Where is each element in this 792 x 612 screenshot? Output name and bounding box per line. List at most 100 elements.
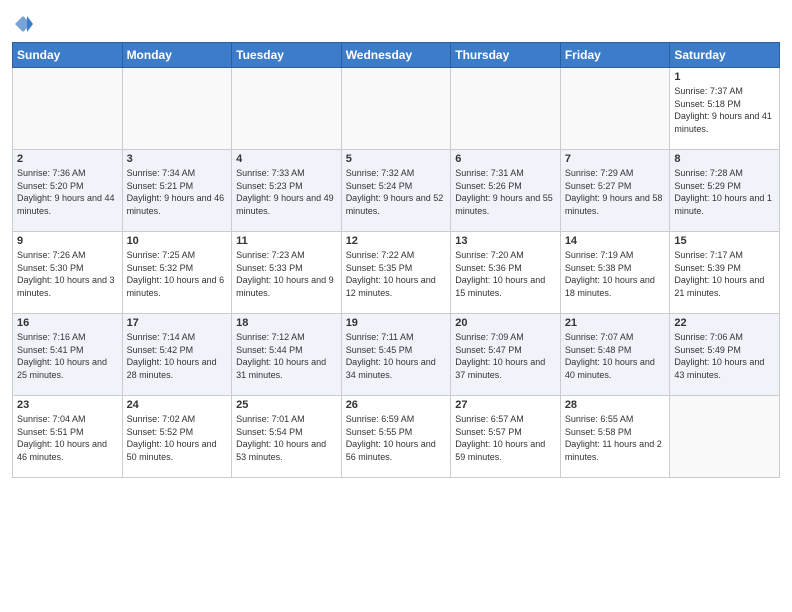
day-info: Sunrise: 7:23 AM Sunset: 5:33 PM Dayligh…	[236, 249, 337, 299]
weekday-header-saturday: Saturday	[670, 43, 780, 68]
calendar-cell	[232, 68, 342, 150]
calendar-cell: 11 Sunrise: 7:23 AM Sunset: 5:33 PM Dayli…	[232, 232, 342, 314]
logo-icon	[13, 14, 33, 34]
day-number: 12	[346, 235, 447, 247]
day-info: Sunrise: 7:34 AM Sunset: 5:21 PM Dayligh…	[127, 167, 228, 217]
day-info: Sunrise: 6:59 AM Sunset: 5:55 PM Dayligh…	[346, 413, 447, 463]
calendar-cell	[670, 396, 780, 478]
calendar-cell: 21 Sunrise: 7:07 AM Sunset: 5:48 PM Dayli…	[560, 314, 670, 396]
day-info: Sunrise: 7:02 AM Sunset: 5:52 PM Dayligh…	[127, 413, 228, 463]
day-number: 23	[17, 399, 118, 411]
calendar-cell: 8 Sunrise: 7:28 AM Sunset: 5:29 PM Daylig…	[670, 150, 780, 232]
day-number: 18	[236, 317, 337, 329]
day-info: Sunrise: 7:01 AM Sunset: 5:54 PM Dayligh…	[236, 413, 337, 463]
weekday-header-friday: Friday	[560, 43, 670, 68]
day-number: 28	[565, 399, 666, 411]
day-info: Sunrise: 7:26 AM Sunset: 5:30 PM Dayligh…	[17, 249, 118, 299]
day-info: Sunrise: 7:11 AM Sunset: 5:45 PM Dayligh…	[346, 331, 447, 381]
day-info: Sunrise: 7:28 AM Sunset: 5:29 PM Dayligh…	[674, 167, 775, 217]
calendar-week-4: 16 Sunrise: 7:16 AM Sunset: 5:41 PM Dayli…	[13, 314, 780, 396]
day-info: Sunrise: 7:36 AM Sunset: 5:20 PM Dayligh…	[17, 167, 118, 217]
calendar-cell: 6 Sunrise: 7:31 AM Sunset: 5:26 PM Daylig…	[451, 150, 561, 232]
day-info: Sunrise: 7:37 AM Sunset: 5:18 PM Dayligh…	[674, 85, 775, 135]
calendar-cell	[122, 68, 232, 150]
day-info: Sunrise: 7:12 AM Sunset: 5:44 PM Dayligh…	[236, 331, 337, 381]
calendar-cell	[560, 68, 670, 150]
day-number: 6	[455, 153, 556, 165]
calendar-week-5: 23 Sunrise: 7:04 AM Sunset: 5:51 PM Dayli…	[13, 396, 780, 478]
calendar-cell: 13 Sunrise: 7:20 AM Sunset: 5:36 PM Dayli…	[451, 232, 561, 314]
day-info: Sunrise: 7:06 AM Sunset: 5:49 PM Dayligh…	[674, 331, 775, 381]
day-number: 14	[565, 235, 666, 247]
day-info: Sunrise: 6:55 AM Sunset: 5:58 PM Dayligh…	[565, 413, 666, 463]
calendar-cell: 27 Sunrise: 6:57 AM Sunset: 5:57 PM Dayli…	[451, 396, 561, 478]
calendar-cell: 1 Sunrise: 7:37 AM Sunset: 5:18 PM Daylig…	[670, 68, 780, 150]
day-number: 11	[236, 235, 337, 247]
calendar-week-1: 1 Sunrise: 7:37 AM Sunset: 5:18 PM Daylig…	[13, 68, 780, 150]
day-info: Sunrise: 7:04 AM Sunset: 5:51 PM Dayligh…	[17, 413, 118, 463]
calendar-cell: 15 Sunrise: 7:17 AM Sunset: 5:39 PM Dayli…	[670, 232, 780, 314]
day-number: 2	[17, 153, 118, 165]
calendar-cell: 23 Sunrise: 7:04 AM Sunset: 5:51 PM Dayli…	[13, 396, 123, 478]
weekday-header-monday: Monday	[122, 43, 232, 68]
calendar-cell: 22 Sunrise: 7:06 AM Sunset: 5:49 PM Dayli…	[670, 314, 780, 396]
day-info: Sunrise: 7:19 AM Sunset: 5:38 PM Dayligh…	[565, 249, 666, 299]
day-number: 24	[127, 399, 228, 411]
day-number: 25	[236, 399, 337, 411]
day-number: 21	[565, 317, 666, 329]
calendar-cell: 7 Sunrise: 7:29 AM Sunset: 5:27 PM Daylig…	[560, 150, 670, 232]
calendar-cell: 3 Sunrise: 7:34 AM Sunset: 5:21 PM Daylig…	[122, 150, 232, 232]
calendar-cell	[13, 68, 123, 150]
day-number: 26	[346, 399, 447, 411]
day-number: 7	[565, 153, 666, 165]
day-number: 22	[674, 317, 775, 329]
calendar-cell	[341, 68, 451, 150]
day-number: 8	[674, 153, 775, 165]
day-number: 16	[17, 317, 118, 329]
calendar-cell: 17 Sunrise: 7:14 AM Sunset: 5:42 PM Dayli…	[122, 314, 232, 396]
day-info: Sunrise: 7:29 AM Sunset: 5:27 PM Dayligh…	[565, 167, 666, 217]
day-info: Sunrise: 6:57 AM Sunset: 5:57 PM Dayligh…	[455, 413, 556, 463]
day-number: 4	[236, 153, 337, 165]
day-number: 5	[346, 153, 447, 165]
calendar-cell: 18 Sunrise: 7:12 AM Sunset: 5:44 PM Dayli…	[232, 314, 342, 396]
day-number: 9	[17, 235, 118, 247]
day-number: 13	[455, 235, 556, 247]
calendar-cell: 9 Sunrise: 7:26 AM Sunset: 5:30 PM Daylig…	[13, 232, 123, 314]
calendar-cell: 24 Sunrise: 7:02 AM Sunset: 5:52 PM Dayli…	[122, 396, 232, 478]
day-number: 1	[674, 71, 775, 83]
calendar-cell: 28 Sunrise: 6:55 AM Sunset: 5:58 PM Dayli…	[560, 396, 670, 478]
calendar-week-2: 2 Sunrise: 7:36 AM Sunset: 5:20 PM Daylig…	[13, 150, 780, 232]
calendar-cell: 25 Sunrise: 7:01 AM Sunset: 5:54 PM Dayli…	[232, 396, 342, 478]
calendar-week-3: 9 Sunrise: 7:26 AM Sunset: 5:30 PM Daylig…	[13, 232, 780, 314]
day-info: Sunrise: 7:07 AM Sunset: 5:48 PM Dayligh…	[565, 331, 666, 381]
day-info: Sunrise: 7:16 AM Sunset: 5:41 PM Dayligh…	[17, 331, 118, 381]
day-number: 15	[674, 235, 775, 247]
calendar-cell: 5 Sunrise: 7:32 AM Sunset: 5:24 PM Daylig…	[341, 150, 451, 232]
calendar-cell: 12 Sunrise: 7:22 AM Sunset: 5:35 PM Dayli…	[341, 232, 451, 314]
day-info: Sunrise: 7:20 AM Sunset: 5:36 PM Dayligh…	[455, 249, 556, 299]
calendar-cell: 2 Sunrise: 7:36 AM Sunset: 5:20 PM Daylig…	[13, 150, 123, 232]
day-number: 19	[346, 317, 447, 329]
calendar-cell: 19 Sunrise: 7:11 AM Sunset: 5:45 PM Dayli…	[341, 314, 451, 396]
weekday-header-thursday: Thursday	[451, 43, 561, 68]
calendar-cell: 20Sunrise: 7:09 AM Sunset: 5:47 PM Dayli…	[451, 314, 561, 396]
day-info: Sunrise: 7:17 AM Sunset: 5:39 PM Dayligh…	[674, 249, 775, 299]
calendar-cell: 14 Sunrise: 7:19 AM Sunset: 5:38 PM Dayli…	[560, 232, 670, 314]
day-info: Sunrise: 7:31 AM Sunset: 5:26 PM Dayligh…	[455, 167, 556, 217]
calendar-header-row: SundayMondayTuesdayWednesdayThursdayFrid…	[13, 43, 780, 68]
day-number: 20	[455, 317, 556, 329]
day-number: 3	[127, 153, 228, 165]
calendar-cell: 4Sunrise: 7:33 AM Sunset: 5:23 PM Daylig…	[232, 150, 342, 232]
day-number: 17	[127, 317, 228, 329]
day-info: Sunrise: 7:14 AM Sunset: 5:42 PM Dayligh…	[127, 331, 228, 381]
calendar-cell	[451, 68, 561, 150]
day-info: Sunrise: 7:32 AM Sunset: 5:24 PM Dayligh…	[346, 167, 447, 217]
header-area	[12, 10, 780, 36]
logo	[12, 14, 33, 36]
weekday-header-tuesday: Tuesday	[232, 43, 342, 68]
calendar-cell: 16 Sunrise: 7:16 AM Sunset: 5:41 PM Dayli…	[13, 314, 123, 396]
day-info: Sunrise: 7:22 AM Sunset: 5:35 PM Dayligh…	[346, 249, 447, 299]
day-number: 27	[455, 399, 556, 411]
weekday-header-wednesday: Wednesday	[341, 43, 451, 68]
